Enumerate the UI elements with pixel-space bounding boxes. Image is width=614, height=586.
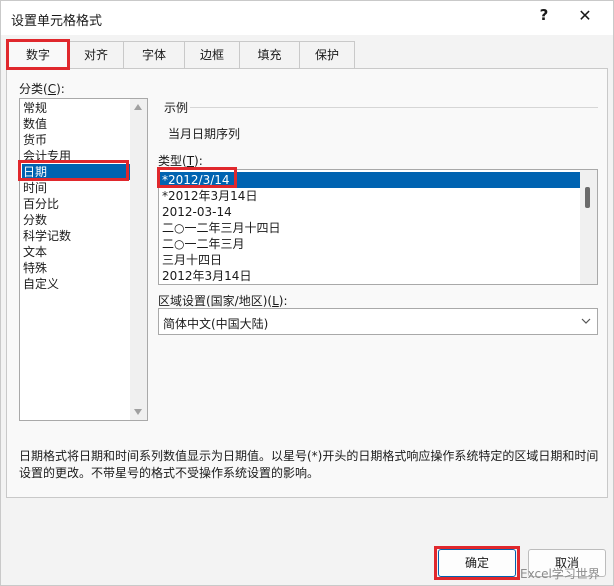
- dialog-title: 设置单元格格式: [11, 14, 103, 29]
- locale-label: 区域设置(国家/地区)(L):: [158, 294, 288, 308]
- type-item[interactable]: 二○一二年三月十四日: [160, 220, 580, 236]
- close-button[interactable]: ✕: [571, 6, 599, 28]
- tab-alignment[interactable]: 对齐: [68, 41, 124, 70]
- category-scrollbar[interactable]: [130, 99, 147, 420]
- type-item[interactable]: 2012年3月14日: [160, 268, 580, 284]
- format-description: 日期格式将日期和时间系列数值显示为日期值。以星号(*)开头的日期格式响应操作系统…: [19, 448, 601, 482]
- scroll-up-icon[interactable]: [134, 104, 142, 110]
- locale-select[interactable]: 简体中文(中国大陆): [158, 308, 598, 335]
- sample-divider: [190, 107, 598, 108]
- type-item[interactable]: 三月十四日: [160, 252, 580, 268]
- description-line-1: 日期格式将日期和时间系列数值显示为日期值。以星号(*)开头的日期格式响应操作系统…: [19, 449, 599, 463]
- scroll-down-icon[interactable]: [134, 409, 142, 415]
- category-list[interactable]: 常规 数值 货币 会计专用 日期 时间 百分比 分数 科学记数 文本 特殊 自定…: [19, 98, 148, 421]
- category-item-scientific[interactable]: 科学记数: [22, 228, 130, 244]
- type-item[interactable]: 2012-03-14: [160, 204, 580, 220]
- sample-value: 当月日期序列: [168, 127, 241, 141]
- tab-highlight-box: [6, 39, 70, 70]
- sample-label: 示例: [164, 101, 189, 115]
- type-scroll-thumb[interactable]: [585, 187, 590, 208]
- category-highlight-box: [18, 160, 129, 181]
- category-item-currency[interactable]: 货币: [22, 132, 130, 148]
- format-cells-dialog: 设置单元格格式 ? ✕ 数字 对齐 字体 边框 填充 保护 分类(C): 常规 …: [0, 0, 614, 586]
- watermark-text: Excel学习世界: [520, 567, 600, 581]
- ok-highlight-box: [434, 546, 520, 580]
- tab-font[interactable]: 字体: [123, 41, 185, 70]
- category-item-special[interactable]: 特殊: [22, 260, 130, 276]
- title-bar: 设置单元格格式 ? ✕: [1, 1, 613, 35]
- category-item-number[interactable]: 数值: [22, 116, 130, 132]
- category-item-general[interactable]: 常规: [22, 100, 130, 116]
- tab-fill[interactable]: 填充: [239, 41, 300, 70]
- category-item-percentage[interactable]: 百分比: [22, 196, 130, 212]
- category-item-custom[interactable]: 自定义: [22, 276, 130, 292]
- category-item-time[interactable]: 时间: [22, 180, 130, 196]
- category-label: 分类(C):: [19, 82, 65, 96]
- category-item-fraction[interactable]: 分数: [22, 212, 130, 228]
- tab-protection[interactable]: 保护: [299, 41, 355, 70]
- tab-strip: 数字 对齐 字体 边框 填充 保护: [1, 35, 613, 70]
- category-item-text[interactable]: 文本: [22, 244, 130, 260]
- help-button[interactable]: ?: [532, 6, 556, 28]
- type-scrollbar[interactable]: [580, 170, 597, 284]
- sample-group: 示例 当月日期序列: [158, 99, 598, 145]
- chevron-down-icon[interactable]: [579, 313, 593, 329]
- locale-value: 简体中文(中国大陆): [163, 317, 269, 331]
- type-item[interactable]: 二○一二年三月: [160, 236, 580, 252]
- description-line-2: 设置的更改。不带星号的格式不受操作系统设置的影响。: [19, 466, 320, 480]
- tab-border[interactable]: 边框: [184, 41, 240, 70]
- type-highlight-box: [157, 167, 237, 188]
- type-item[interactable]: *2012年3月14日: [160, 188, 580, 204]
